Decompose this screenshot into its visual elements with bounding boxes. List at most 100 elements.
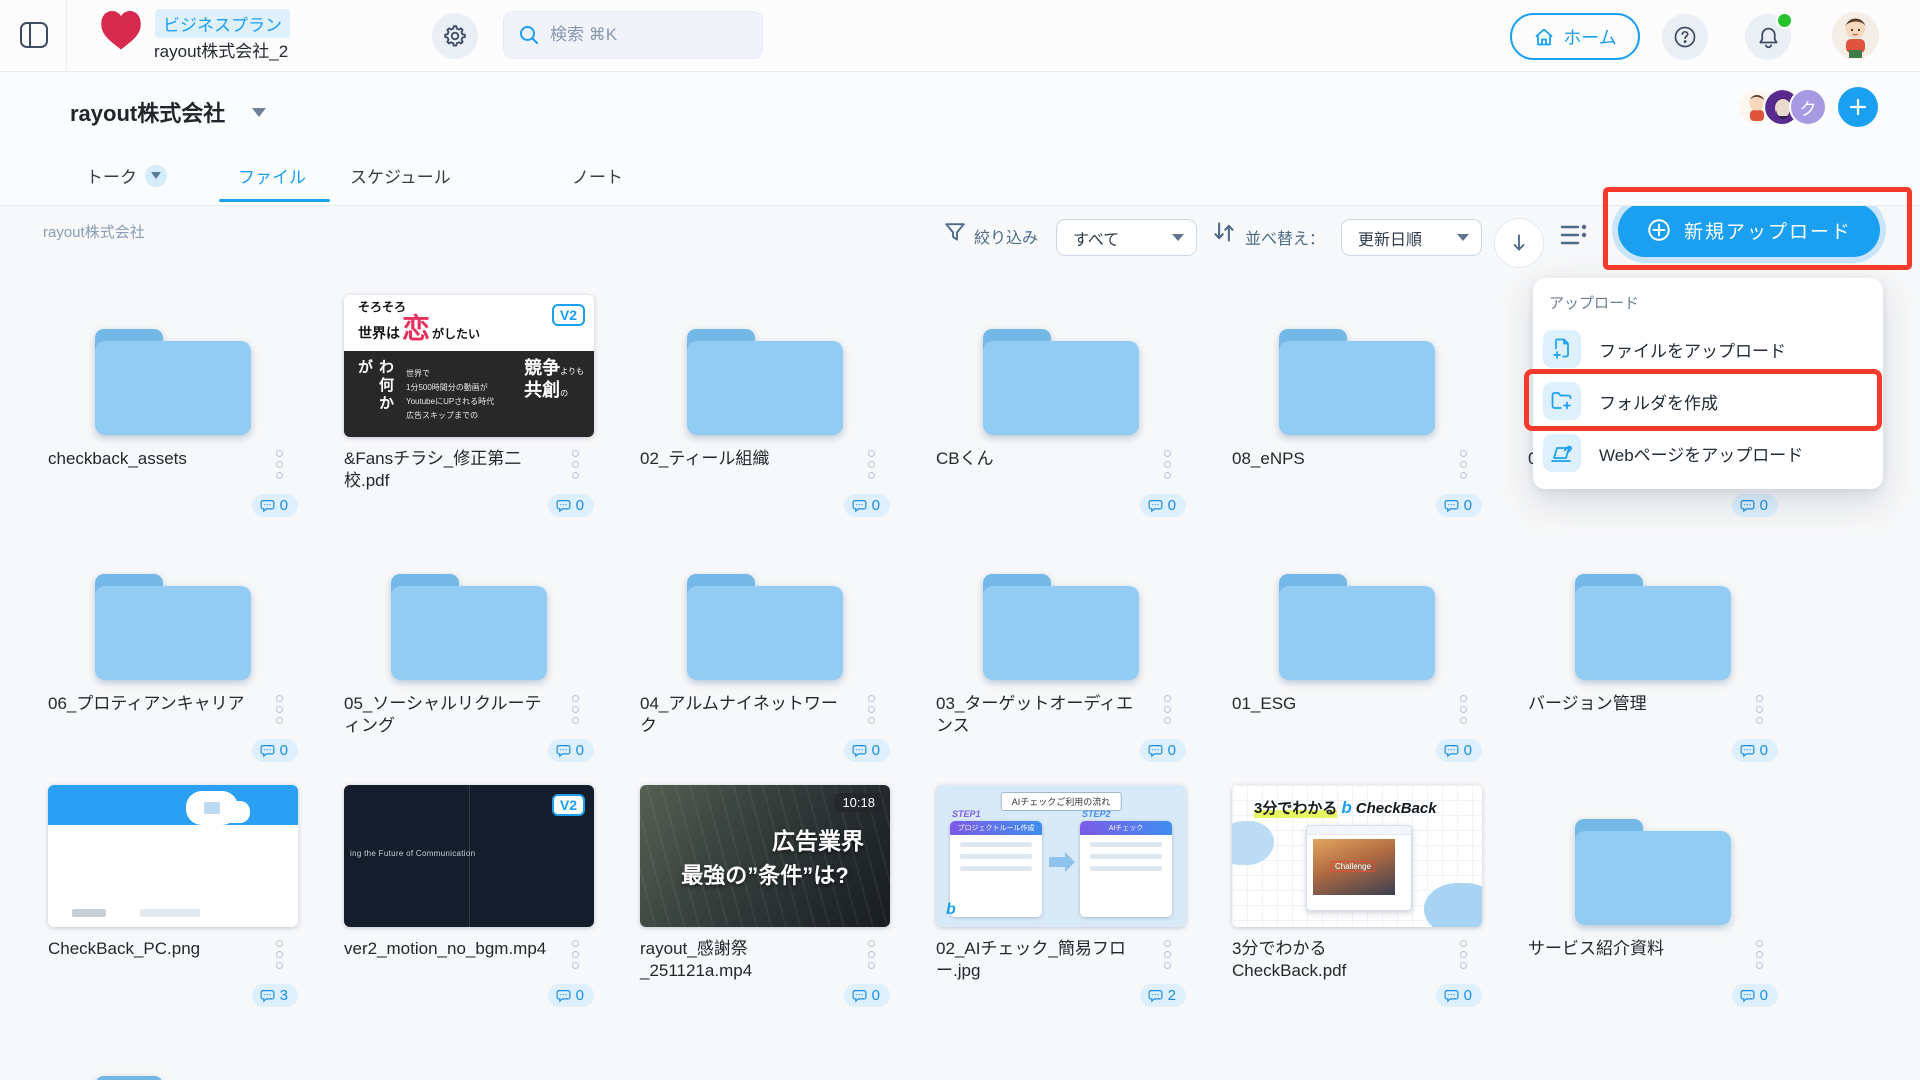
kebab-menu-icon[interactable] (865, 447, 878, 482)
tab-talk[interactable]: トーク (86, 163, 167, 188)
thumbnail-part: 0 (1232, 984, 1482, 1007)
file-card[interactable]: 広告業界最強の”条件”は?10:18rayout_感謝祭_251121a.mp4… (640, 785, 890, 1007)
kebab-menu-icon[interactable] (1457, 937, 1470, 972)
thumbnail-part: 0 (936, 739, 1186, 762)
page-title[interactable]: rayout株式会社 (70, 96, 225, 128)
kebab-menu-icon[interactable] (865, 692, 878, 727)
kebab-menu-icon[interactable] (273, 447, 286, 482)
file-card[interactable]: そろそろ世界は恋がしたいわ何かが世界で1分500時間分の動画がYoutubeにU… (344, 295, 594, 517)
file-card[interactable]: 01_ESG0 (1232, 540, 1482, 762)
sort-direction-icon[interactable] (1213, 221, 1235, 243)
comment-count-badge[interactable]: 0 (1436, 984, 1482, 1007)
notifications-button[interactable] (1745, 14, 1791, 60)
comment-count-badge[interactable]: 0 (548, 984, 594, 1007)
file-card[interactable]: checkback_assets0 (48, 295, 298, 517)
file-card[interactable]: 04_アルムナイネットワーク0 (640, 540, 890, 762)
file-card[interactable]: バージョン管理0 (1528, 540, 1778, 762)
file-card[interactable]: サービス紹介資料0 (1528, 785, 1778, 1007)
kebab-menu-icon[interactable] (273, 937, 286, 972)
sidebar-toggle-icon[interactable] (15, 16, 53, 54)
comment-count-badge[interactable]: 0 (844, 739, 890, 762)
kebab-menu-icon[interactable] (1753, 937, 1766, 972)
comment-count-badge[interactable]: 0 (1732, 984, 1778, 1007)
partial-next-row-folder[interactable] (48, 1042, 298, 1080)
tab-files[interactable]: ファイル (238, 163, 306, 188)
tab-schedule[interactable]: スケジュール (350, 163, 451, 188)
comment-count-badge[interactable]: 0 (1732, 494, 1778, 517)
tab-notes[interactable]: ノート (572, 163, 623, 188)
comment-count-badge[interactable]: 3 (252, 984, 298, 1007)
kebab-menu-icon[interactable] (569, 937, 582, 972)
comment-count-badge[interactable]: 0 (844, 984, 890, 1007)
kebab-menu-icon[interactable] (1457, 447, 1470, 482)
thumbnail-text: YoutubeにUPされる時代 (406, 396, 514, 407)
kebab-menu-icon[interactable] (865, 937, 878, 972)
file-card[interactable]: CBくん0 (936, 295, 1186, 517)
breadcrumb[interactable]: rayout株式会社 (43, 221, 145, 242)
comment-count-badge[interactable]: 0 (1436, 494, 1482, 517)
bell-icon (1756, 25, 1781, 50)
comment-count: 0 (576, 497, 584, 514)
filter-label[interactable]: 絞り込み (974, 224, 1038, 248)
home-button[interactable]: ホーム (1510, 13, 1640, 60)
thumbnail-text: AIチェック (1080, 821, 1172, 835)
comment-count-badge[interactable]: 0 (548, 739, 594, 762)
kebab-menu-icon[interactable] (273, 692, 286, 727)
file-card[interactable]: AIチェックご利用の流れSTEP1STEP2プロジェクトルール作成AIチェックb… (936, 785, 1186, 1007)
filter-funnel-icon[interactable] (944, 222, 966, 244)
kebab-menu-icon[interactable] (1161, 692, 1174, 727)
file-card[interactable]: 05_ソーシャルリクルーティング0 (344, 540, 594, 762)
file-card[interactable]: 3分でわかるbCheckBackChallenge3分でわかるCheckBack… (1232, 785, 1482, 1007)
file-card[interactable]: 08_eNPS0 (1232, 295, 1482, 517)
file-card[interactable]: CheckBack_PC.png3 (48, 785, 298, 1007)
menu-item-create-folder[interactable]: フォルダを作成 (1543, 375, 1873, 427)
comment-count-badge[interactable]: 2 (1140, 984, 1186, 1007)
filter-type-select[interactable]: すべて (1056, 219, 1197, 256)
comment-count: 0 (1760, 987, 1768, 1004)
workspace-name[interactable]: rayout株式会社_2 (154, 37, 288, 62)
file-card[interactable]: 03_ターゲットオーディエンス0 (936, 540, 1186, 762)
comment-count-badge[interactable]: 0 (548, 494, 594, 517)
menu-item-upload-file[interactable]: ファイルをアップロード (1543, 323, 1873, 375)
sort-descending-button[interactable] (1494, 218, 1544, 268)
list-view-icon[interactable] (1556, 217, 1592, 253)
thumbnail-part: 0 (1528, 984, 1778, 1007)
talk-caret-icon[interactable] (145, 165, 167, 187)
search-bar[interactable] (503, 11, 763, 59)
thumbnail-part: 0 (48, 494, 298, 517)
comment-count-badge[interactable]: 0 (1140, 494, 1186, 517)
menu-item-upload-webpage[interactable]: Webページをアップロード (1543, 427, 1873, 479)
workspace-logo[interactable] (95, 7, 147, 65)
comment-count-badge[interactable]: 0 (1436, 739, 1482, 762)
comment-bubble-icon (852, 988, 867, 1003)
file-card[interactable]: 06_プロティアンキャリア0 (48, 540, 298, 762)
title-dropdown-caret-icon[interactable] (252, 108, 266, 117)
kebab-menu-icon[interactable] (1161, 447, 1174, 482)
settings-button[interactable] (432, 13, 478, 59)
kebab-menu-icon[interactable] (1161, 937, 1174, 972)
file-card[interactable]: 02_ティール組織0 (640, 295, 890, 517)
sort-order-select[interactable]: 更新日順 (1341, 219, 1482, 256)
thumbnail-text: 共創 (524, 380, 560, 400)
thumbnail-part: 0 (344, 984, 594, 1007)
comment-count-badge[interactable]: 0 (252, 739, 298, 762)
kebab-menu-icon[interactable] (569, 692, 582, 727)
new-upload-button[interactable]: 新規アップロード (1618, 203, 1880, 257)
menu-item-label: ファイルをアップロード (1599, 337, 1786, 362)
comment-count-badge[interactable]: 0 (252, 494, 298, 517)
add-member-button[interactable] (1838, 87, 1878, 127)
user-avatar[interactable] (1832, 12, 1879, 59)
kebab-menu-icon[interactable] (1753, 692, 1766, 727)
kebab-menu-icon[interactable] (569, 447, 582, 482)
gear-icon (443, 24, 467, 48)
search-input[interactable] (550, 25, 720, 45)
folder-icon (1267, 325, 1447, 437)
comment-count-badge[interactable]: 0 (1140, 739, 1186, 762)
kebab-menu-icon[interactable] (1457, 692, 1470, 727)
help-button[interactable] (1662, 14, 1708, 60)
member-avatar-initial[interactable]: ク (1789, 88, 1827, 126)
comment-count-badge[interactable]: 0 (844, 494, 890, 517)
file-card[interactable]: ing the Future of CommunicationV2ver2_mo… (344, 785, 594, 1007)
thumbnail-part: 0 (640, 739, 890, 762)
comment-count-badge[interactable]: 0 (1732, 739, 1778, 762)
